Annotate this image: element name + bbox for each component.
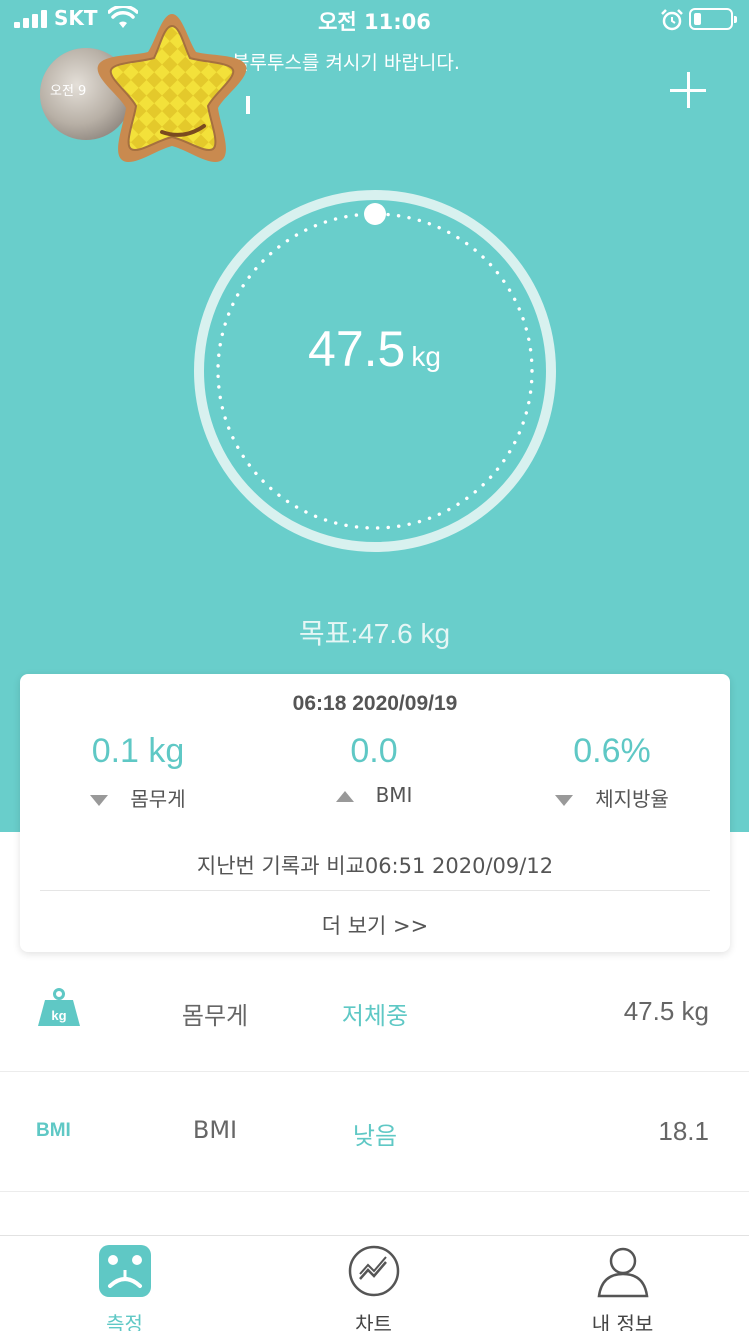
kg-icon-text: kg — [51, 1008, 66, 1023]
tab-label: 내 정보 — [591, 1312, 654, 1331]
metric-name: 몸무게 — [181, 1002, 249, 1030]
stat-label: BMI — [375, 783, 413, 807]
goal-weight: 목표:47.6 kg — [298, 618, 451, 649]
stat-value: 0.1 kg — [91, 732, 185, 770]
more-button[interactable]: 더 보기 >> — [20, 910, 730, 940]
add-button[interactable] — [668, 70, 708, 110]
avatar-caption: 오전 9 — [50, 84, 87, 99]
bmi-icon: BMI — [36, 1120, 71, 1141]
kg-weight-icon: kg — [38, 988, 80, 1026]
card-divider — [40, 890, 710, 891]
stat-value: 0.0 — [350, 732, 398, 770]
summary-card: 06:18 2020/09/19 0.1 kg 몸무게 0.0 BMI 0.6%… — [20, 674, 730, 952]
tab-my-info[interactable]: 내 정보 — [498, 1244, 747, 1331]
metric-status: 저체중 — [341, 1002, 409, 1030]
scale-icon — [98, 1245, 151, 1297]
down-arrow-icon — [90, 795, 109, 806]
tab-label: 차트 — [355, 1312, 392, 1331]
stat-value: 0.6% — [573, 732, 651, 770]
up-arrow-icon — [335, 791, 354, 802]
chart-icon — [348, 1245, 399, 1297]
tab-label: 측정 — [106, 1312, 143, 1331]
stat-weight: 0.1 kg 몸무게 — [20, 732, 256, 812]
tab-measure[interactable]: 측정 — [0, 1244, 249, 1331]
metric-status: 낮음 — [352, 1122, 398, 1150]
person-icon — [597, 1247, 648, 1298]
stat-label: 몸무게 — [130, 787, 186, 811]
metric-name: BMI — [192, 1116, 238, 1144]
stat-label: 체지방율 — [595, 787, 669, 811]
tab-bar: 측정 차트 내 정보 — [0, 1235, 749, 1331]
battery-icon — [689, 8, 737, 30]
metric-value: 18.1 — [658, 1116, 709, 1146]
weight-number: 47.5 — [308, 321, 406, 377]
down-arrow-icon — [555, 795, 574, 806]
compare-text: 지난번 기록과 비교06:51 2020/09/12 — [196, 854, 554, 878]
metric-row-bmi[interactable]: BMI BMI 낮음 18.1 — [0, 1072, 749, 1192]
star-sticker-icon — [97, 14, 247, 163]
metric-row-weight[interactable]: kg 몸무게 저체중 47.5 kg — [0, 952, 749, 1072]
measure-date: 06:18 2020/09/19 — [292, 692, 458, 715]
bluetooth-message: 블루투스를 켜시기 바랍니다. — [232, 52, 460, 74]
gauge-indicator — [364, 203, 386, 225]
current-weight: 47.5 kg — [0, 320, 749, 378]
alarm-icon — [661, 9, 683, 31]
stat-body-fat: 0.6% 체지방율 — [494, 732, 730, 812]
weight-unit: kg — [411, 341, 441, 372]
stat-bmi: 0.0 BMI — [256, 732, 492, 807]
metric-value: 47.5 kg — [623, 996, 709, 1026]
tab-chart[interactable]: 차트 — [249, 1244, 498, 1331]
